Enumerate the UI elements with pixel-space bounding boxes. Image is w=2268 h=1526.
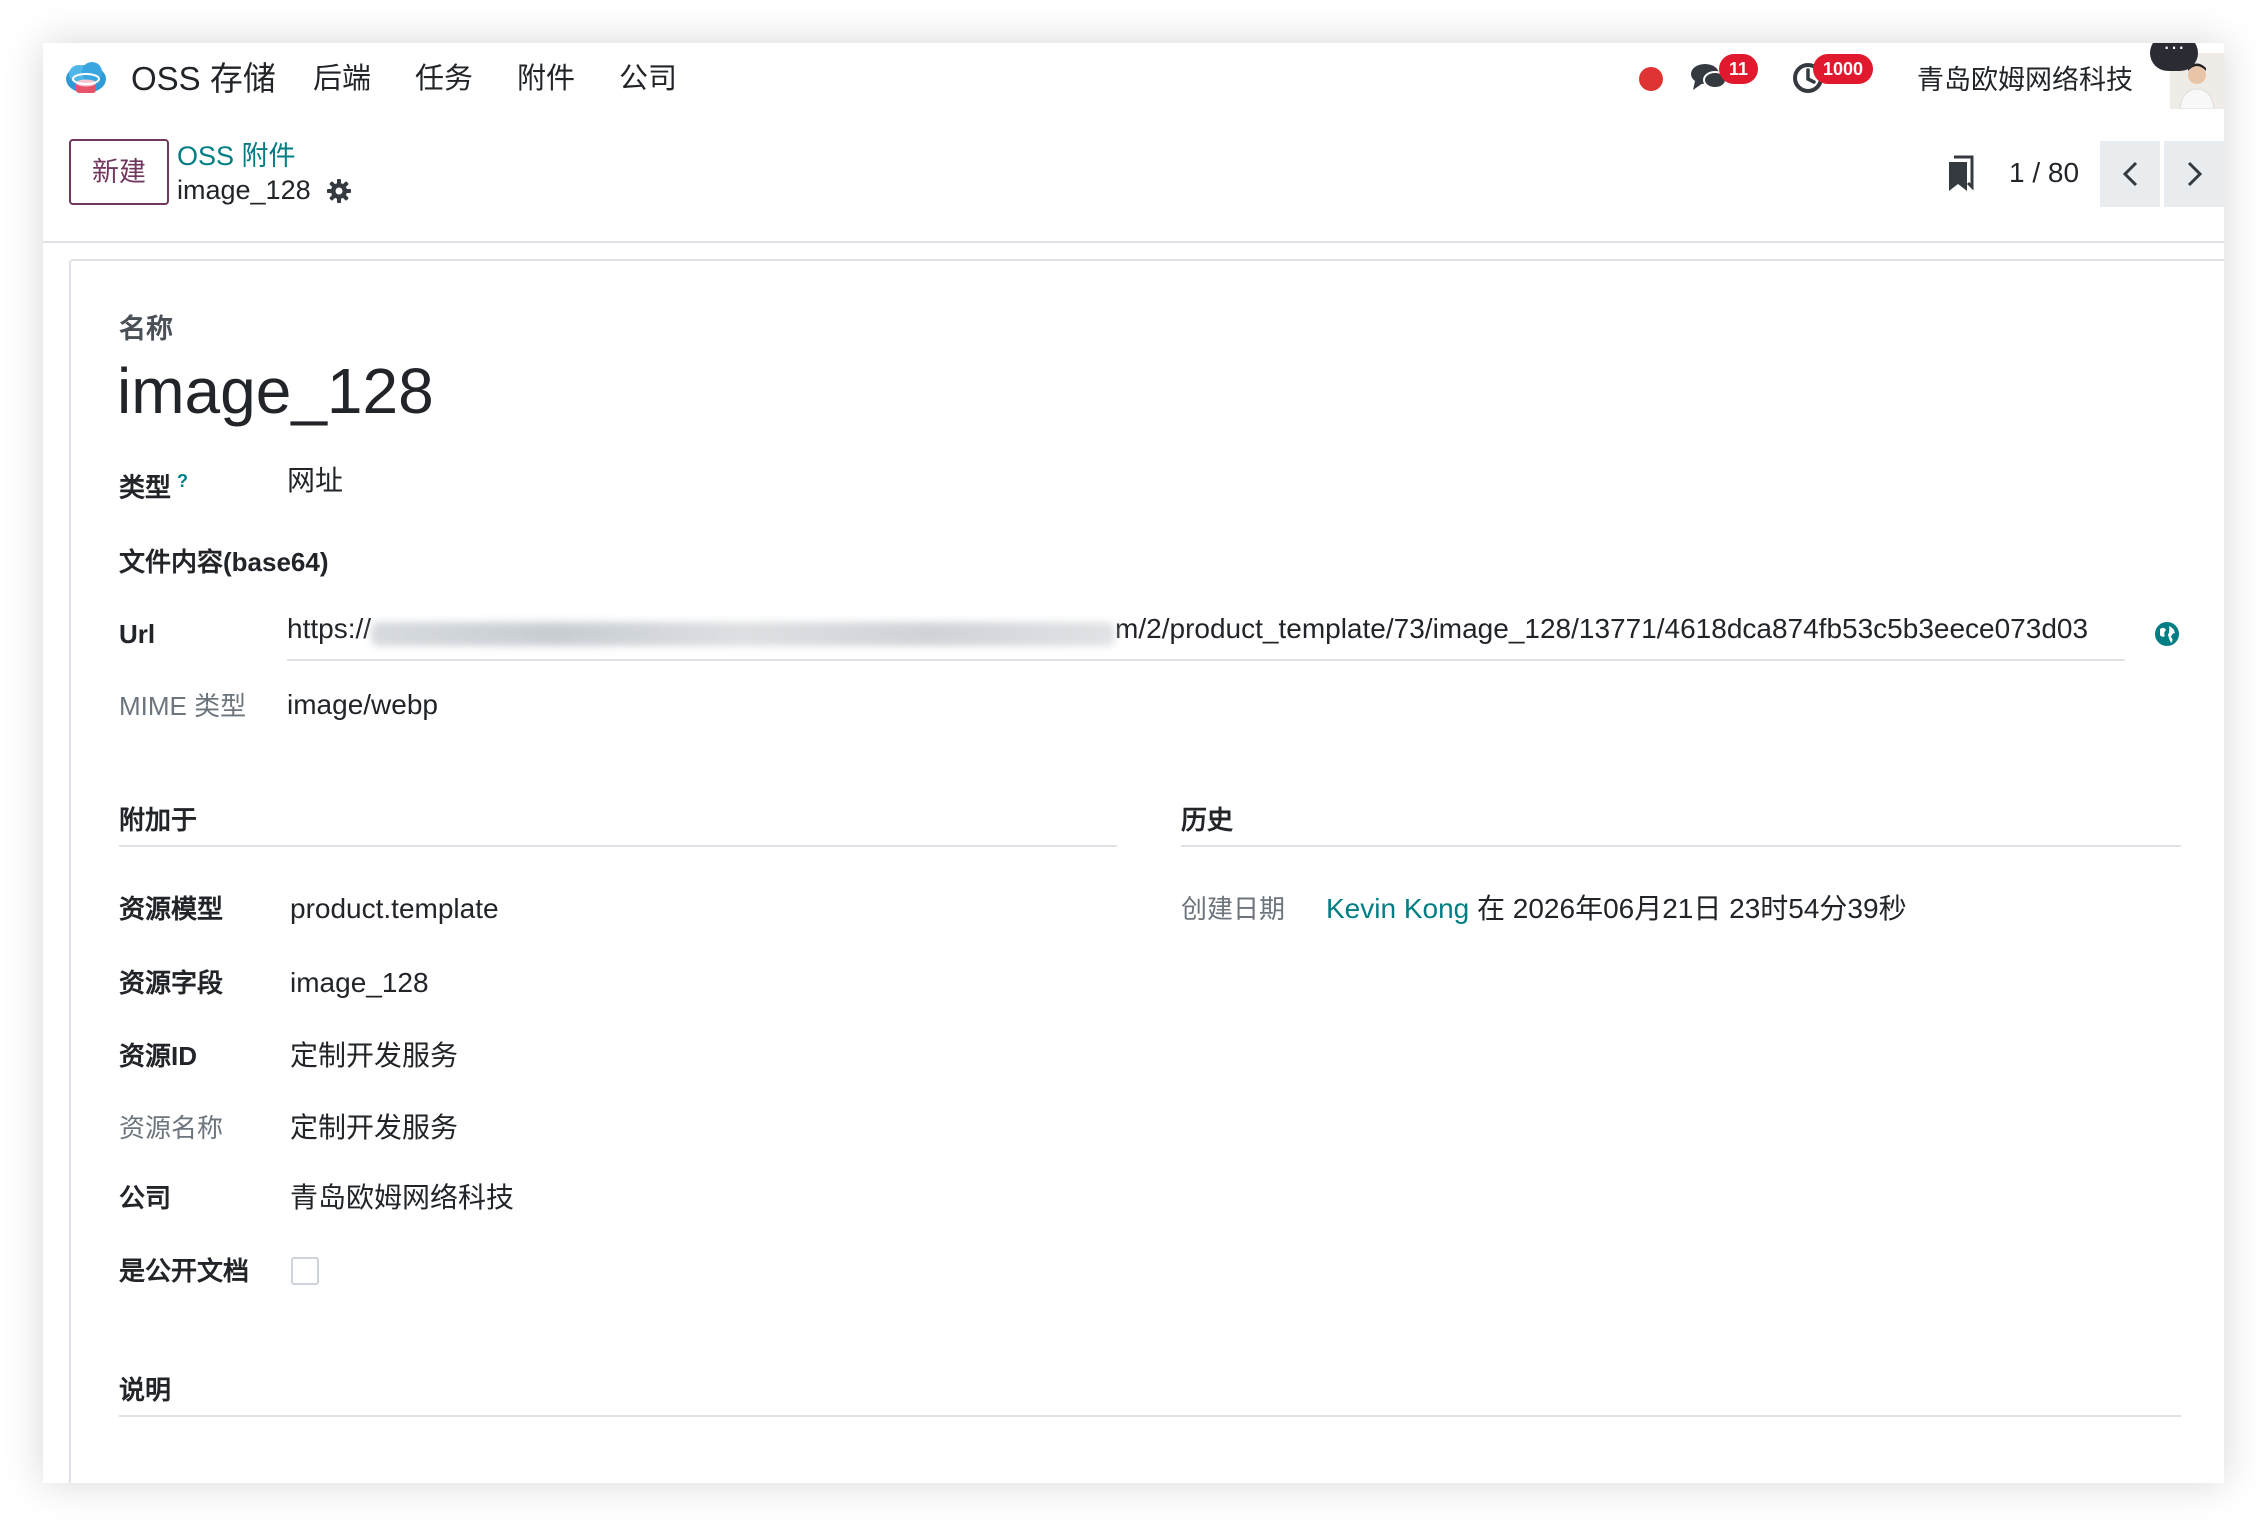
name-field[interactable]: image_128 bbox=[117, 353, 434, 429]
company-field[interactable]: 青岛欧姆网络科技 bbox=[290, 1180, 514, 1216]
pager-next-button[interactable] bbox=[2164, 141, 2224, 207]
res-name-field[interactable]: 定制开发服务 bbox=[290, 1110, 458, 1146]
res-field-field[interactable]: image_128 bbox=[290, 965, 429, 1001]
res-id-label: 资源ID bbox=[119, 1041, 198, 1071]
main-menu: 后端 任务 附件 公司 bbox=[313, 57, 721, 101]
chevron-right-icon bbox=[2187, 161, 2203, 187]
bookmark-icon[interactable] bbox=[1946, 155, 1976, 193]
mime-field[interactable]: image/webp bbox=[287, 687, 438, 723]
menu-item-company[interactable]: 公司 bbox=[619, 57, 677, 101]
company-label: 公司 bbox=[119, 1183, 172, 1213]
globe-icon[interactable] bbox=[2154, 621, 2180, 647]
gear-icon[interactable] bbox=[326, 178, 352, 204]
url-input[interactable]: https:// m/2/product_template/73/image_12… bbox=[287, 611, 2125, 661]
status-dot-icon[interactable] bbox=[1639, 67, 1663, 91]
url-suffix: m/2/product_template/73/image_128/13771/… bbox=[1115, 613, 2089, 644]
res-field-label: 资源字段 bbox=[119, 968, 224, 998]
control-panel: 新建 OSS 附件 image_128 1 / 80 bbox=[43, 113, 2224, 243]
chevron-left-icon bbox=[2122, 161, 2138, 187]
app-title[interactable]: OSS 存储 bbox=[131, 57, 276, 101]
top-navbar: OSS 存储 后端 任务 附件 公司 11 1000 青岛欧姆网络科技 ··· bbox=[43, 43, 2224, 113]
res-model-field[interactable]: product.template bbox=[290, 891, 499, 927]
menu-item-attachments[interactable]: 附件 bbox=[517, 57, 575, 101]
creator-link[interactable]: Kevin Kong bbox=[1326, 893, 1469, 924]
company-switcher[interactable]: 青岛欧姆网络科技 bbox=[1917, 59, 2133, 101]
help-tooltip-icon[interactable]: ? bbox=[177, 471, 188, 491]
type-label: 类型? bbox=[119, 464, 188, 505]
url-redacted bbox=[371, 621, 1116, 646]
url-prefix: https:// bbox=[287, 613, 372, 644]
menu-item-tasks[interactable]: 任务 bbox=[415, 57, 473, 101]
pager-previous-button[interactable] bbox=[2100, 141, 2162, 207]
oss-cloud-logo-icon[interactable] bbox=[62, 57, 110, 101]
created-at-text: 在 2026年06月21日 23时54分39秒 bbox=[1477, 893, 1907, 924]
name-label: 名称 bbox=[119, 314, 173, 344]
breadcrumb-current: image_128 bbox=[177, 175, 311, 205]
history-section-title: 历史 bbox=[1181, 803, 2181, 847]
type-field[interactable]: 网址 bbox=[287, 463, 343, 499]
new-button[interactable]: 新建 bbox=[69, 139, 169, 205]
attached-section-title: 附加于 bbox=[119, 803, 1117, 847]
res-name-label: 资源名称 bbox=[119, 1113, 224, 1143]
create-date-field: Kevin Kong 在 2026年06月21日 23时54分39秒 bbox=[1326, 891, 1907, 927]
app-window: OSS 存储 后端 任务 附件 公司 11 1000 青岛欧姆网络科技 ··· … bbox=[43, 43, 2224, 1483]
messages-badge: 11 bbox=[1719, 54, 1759, 84]
res-model-label: 资源模型 bbox=[119, 894, 224, 924]
form-sheet: 名称 image_128 类型? 网址 文件内容(base64) Url htt… bbox=[69, 259, 2224, 1483]
mime-label: MIME 类型 bbox=[119, 691, 247, 721]
activities-badge: 1000 bbox=[1813, 54, 1874, 84]
menu-item-backend[interactable]: 后端 bbox=[313, 57, 371, 101]
create-date-label: 创建日期 bbox=[1181, 894, 1286, 924]
res-id-field[interactable]: 定制开发服务 bbox=[290, 1038, 458, 1074]
type-label-text: 类型 bbox=[119, 472, 172, 503]
file-content-label: 文件内容(base64) bbox=[119, 547, 329, 577]
breadcrumb-parent[interactable]: OSS 附件 bbox=[177, 139, 296, 173]
url-label: Url bbox=[119, 619, 156, 649]
public-doc-checkbox[interactable] bbox=[291, 1257, 319, 1285]
public-doc-label: 是公开文档 bbox=[119, 1256, 250, 1286]
pager-value[interactable]: 1 / 80 bbox=[2009, 153, 2079, 193]
description-section-title: 说明 bbox=[119, 1373, 2181, 1417]
more-options-icon[interactable]: ··· bbox=[2150, 43, 2198, 71]
